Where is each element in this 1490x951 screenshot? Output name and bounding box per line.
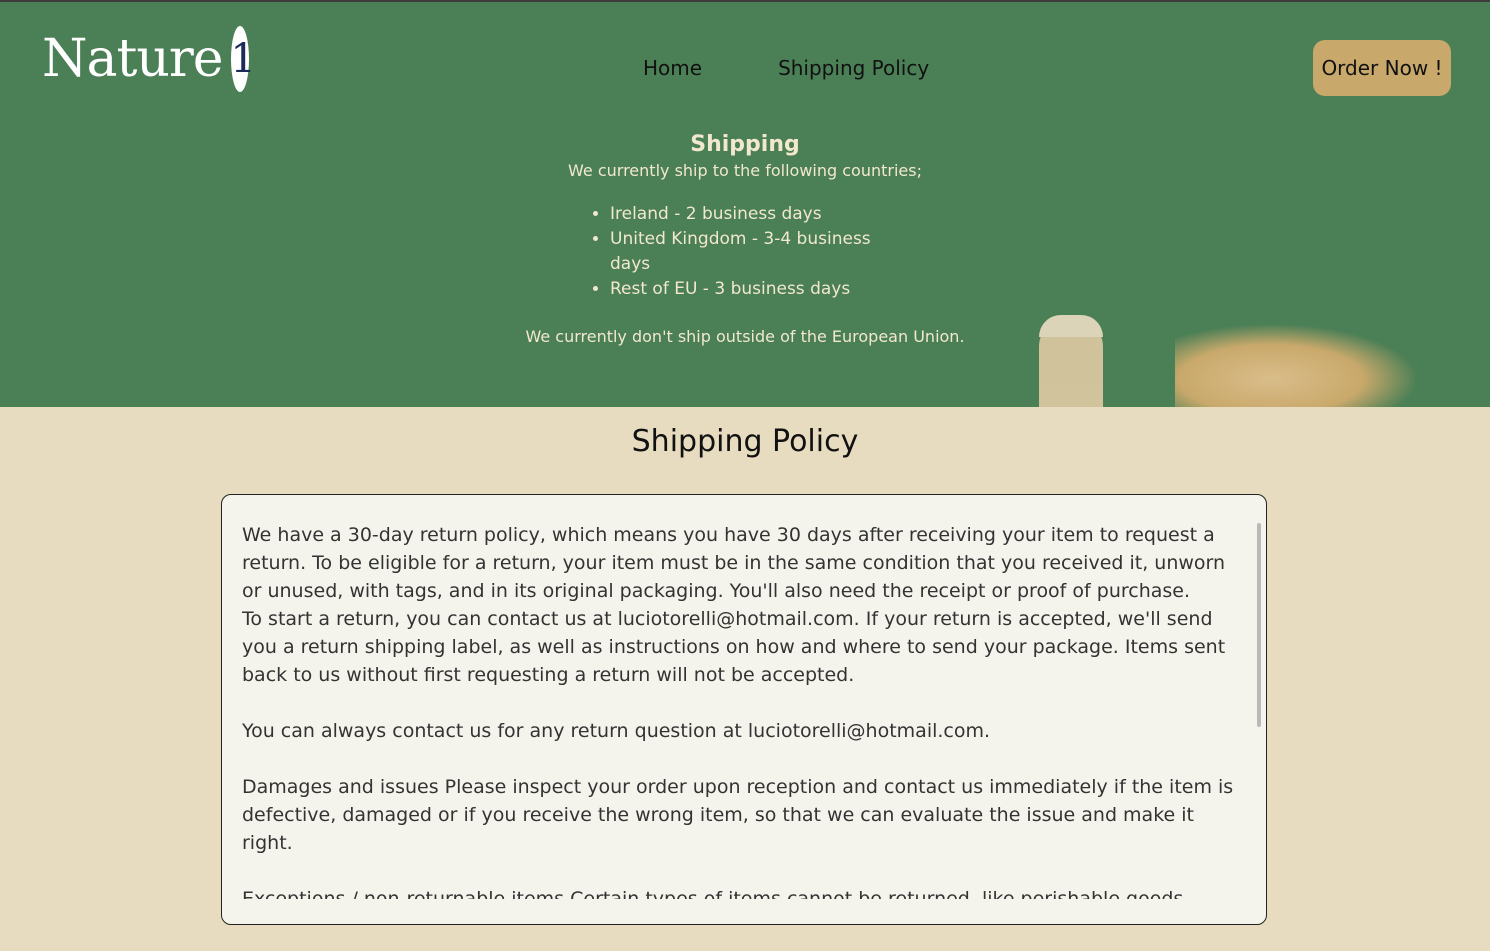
nav-shipping-policy-link[interactable]: Shipping Policy [778,56,929,80]
main-nav: Home Shipping Policy [643,56,929,80]
scrollbar-thumb[interactable] [1257,523,1261,727]
logo-badge: 1 [230,26,256,92]
order-now-button[interactable]: Order Now ! [1313,40,1451,96]
shipping-info: Shipping We currently ship to the follow… [0,132,1490,346]
list-item: Rest of EU - 3 business days [610,277,900,302]
country-list: Ireland - 2 business days United Kingdom… [590,202,900,302]
policy-paragraph: You can always contact us for any return… [242,720,991,742]
page-title: Shipping Policy [631,424,859,459]
hero-title: Shipping [690,132,800,157]
capsule-image [1039,315,1103,407]
policy-paragraph: We have a 30-day return policy, which me… [242,524,1226,686]
policy-paragraph: Exceptions / non-returnable items Certai… [242,888,1184,899]
nav-home-link[interactable]: Home [643,56,702,80]
site-logo[interactable]: Nature 1 [42,26,256,92]
powder-image [1175,325,1415,407]
policy-text-box[interactable]: We have a 30-day return policy, which me… [221,494,1267,925]
list-item: United Kingdom - 3-4 business days [610,227,900,277]
policy-scroll-area[interactable]: We have a 30-day return policy, which me… [242,521,1238,899]
list-item: Ireland - 2 business days [610,202,900,227]
logo-text: Nature [42,29,224,89]
hero-subtitle: We currently ship to the following count… [568,161,922,180]
policy-paragraph: Damages and issues Please inspect your o… [242,776,1234,854]
hero-banner: Nature 1 Home Shipping Policy Order Now … [0,0,1490,407]
